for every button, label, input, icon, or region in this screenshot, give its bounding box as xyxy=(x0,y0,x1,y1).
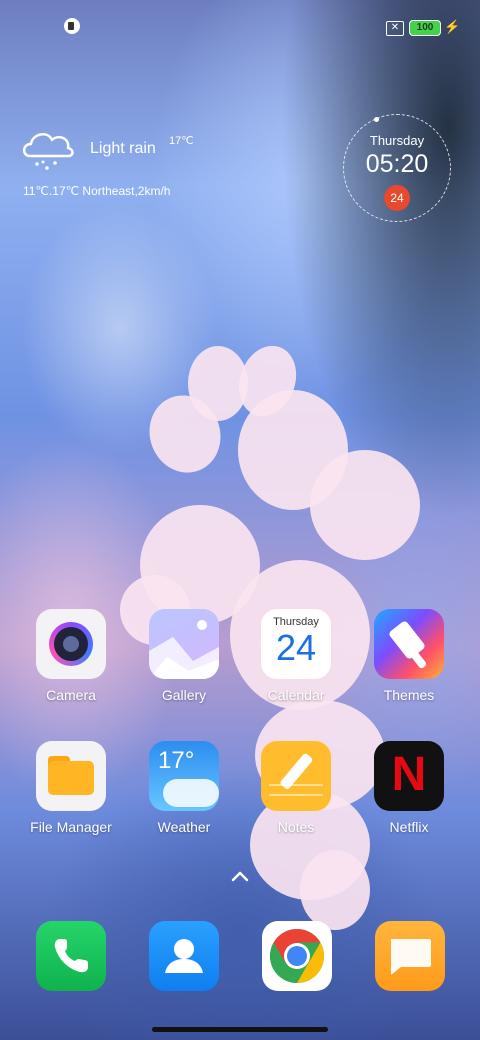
themes-icon xyxy=(374,609,444,679)
app-weather[interactable]: 17° Weather xyxy=(129,741,239,835)
app-label: Gallery xyxy=(161,687,207,703)
app-notes[interactable]: Notes xyxy=(241,741,351,835)
weather-icon-temp: 17° xyxy=(158,747,195,774)
charging-bolt-icon: ⚡ xyxy=(444,19,461,34)
messages-icon[interactable] xyxy=(375,921,445,991)
app-label: Netflix xyxy=(389,819,429,835)
phone-icon[interactable] xyxy=(36,921,106,991)
app-netflix[interactable]: N Netflix xyxy=(354,741,464,835)
weather-condition: Light rain xyxy=(90,140,156,157)
app-label: Camera xyxy=(46,687,96,703)
clock-day: Thursday xyxy=(369,133,425,148)
app-label: Weather xyxy=(157,819,211,835)
calendar-icon-date: 24 xyxy=(275,627,317,668)
blossom-petal xyxy=(310,450,420,560)
app-calendar[interactable]: Thursday 24 Calendar xyxy=(241,609,351,703)
no-sim-icon: ✕ xyxy=(386,21,404,36)
rain-cloud-icon xyxy=(22,132,74,170)
clock-date-badge: 24 xyxy=(384,185,410,211)
notes-icon xyxy=(261,741,331,811)
weather-widget[interactable]: Light rain 17℃ 11℃.17℃ Northeast,2km/h xyxy=(20,126,240,206)
weather-temperature: 17℃ xyxy=(169,135,194,147)
app-label: File Manager xyxy=(30,819,112,835)
gallery-icon xyxy=(149,609,219,679)
app-label: Calendar xyxy=(267,687,325,703)
status-bar: ✕ 100 ⚡ xyxy=(0,0,480,56)
battery-indicator: 100 xyxy=(409,20,441,36)
weather-icon: 17° xyxy=(149,741,219,811)
calendar-icon: Thursday 24 xyxy=(261,609,331,679)
clock-second-dot xyxy=(374,117,379,122)
chrome-icon[interactable] xyxy=(262,921,332,991)
app-label: Themes xyxy=(383,687,435,703)
clock-widget[interactable]: Thursday 05:20 24 xyxy=(343,114,451,222)
clock-time: 05:20 xyxy=(365,150,429,178)
app-camera[interactable]: Camera xyxy=(16,609,126,703)
blossom-petal xyxy=(300,850,370,930)
app-themes[interactable]: Themes xyxy=(354,609,464,703)
notification-icon xyxy=(64,18,80,34)
camera-icon xyxy=(36,609,106,679)
folder-icon xyxy=(36,741,106,811)
netflix-icon: N xyxy=(374,741,444,811)
app-label: Notes xyxy=(277,819,315,835)
app-gallery[interactable]: Gallery xyxy=(129,609,239,703)
chevron-up-icon[interactable] xyxy=(228,866,252,886)
app-file-manager[interactable]: File Manager xyxy=(16,741,126,835)
weather-detail: 11℃.17℃ Northeast,2km/h xyxy=(23,184,171,198)
netflix-logo-letter: N xyxy=(391,748,427,801)
contacts-icon[interactable] xyxy=(149,921,219,991)
home-indicator[interactable] xyxy=(152,1027,328,1032)
